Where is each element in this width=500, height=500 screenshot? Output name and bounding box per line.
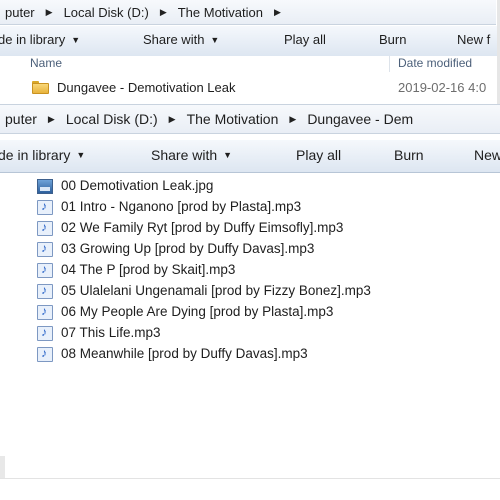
scrollbar-stub[interactable] (0, 456, 5, 478)
column-header-date-modified[interactable]: Date modified (398, 56, 472, 70)
list-item[interactable]: 00 Demotivation Leak.jpg (0, 176, 500, 197)
file-name: 03 Growing Up [prod by Duffy Davas].mp3 (61, 241, 315, 256)
breadcrumb-the-motivation[interactable]: The Motivation (182, 111, 284, 127)
audio-file-icon: ♪ (37, 283, 53, 299)
status-divider (0, 478, 500, 479)
explorer-window-album: puter ▶ Local Disk (D:) ▶ The Motivation… (0, 104, 500, 500)
file-name: 06 My People Are Dying [prod by Plasta].… (61, 304, 334, 319)
file-name: 02 We Family Ryt [prod by Duffy Eimsofly… (61, 220, 344, 235)
caret-down-icon: ▼ (76, 150, 86, 160)
list-item[interactable]: ♪ 01 Intro - Nganono [prod by Plasta].mp… (0, 197, 500, 218)
new-folder-button[interactable]: New (474, 147, 500, 163)
command-bar: de in library ▼ Share with ▼ Play all Bu… (0, 140, 500, 173)
share-with-label: Share with (151, 147, 218, 163)
list-item[interactable]: ♪ 08 Meanwhile [prod by Duffy Davas].mp3 (0, 344, 500, 365)
audio-file-icon: ♪ (37, 220, 53, 236)
audio-file-icon: ♪ (37, 325, 53, 341)
folder-row[interactable]: Dungavee - Demotivation Leak 2019-02-16 … (0, 78, 500, 98)
folder-date-modified: 2019-02-16 4:0 (398, 80, 487, 95)
audio-file-icon: ♪ (37, 346, 53, 362)
file-name: 04 The P [prod by Skait].mp3 (61, 262, 236, 277)
chevron-right-icon[interactable]: ▶ (154, 7, 173, 18)
caret-down-icon: ▼ (210, 34, 220, 45)
breadcrumb-album-folder[interactable]: Dungavee - Dem (302, 111, 418, 127)
audio-file-icon: ♪ (37, 304, 53, 320)
list-item[interactable]: ♪ 07 This Life.mp3 (0, 323, 500, 344)
image-file-icon (37, 179, 53, 194)
burn-button[interactable]: Burn (394, 147, 424, 163)
file-name: 05 Ulalelani Ungenamali [prod by Fizzy B… (61, 283, 371, 298)
caret-down-icon: ▼ (223, 150, 233, 160)
play-all-button[interactable]: Play all (284, 32, 326, 47)
play-all-button[interactable]: Play all (296, 147, 341, 163)
audio-file-icon: ♪ (37, 241, 53, 257)
include-in-library-label: de in library (0, 32, 66, 47)
share-with-button[interactable]: Share with ▼ (151, 147, 232, 163)
breadcrumb-computer[interactable]: puter (0, 5, 40, 20)
new-folder-button[interactable]: New f (457, 32, 490, 47)
share-with-button[interactable]: Share with ▼ (143, 32, 219, 47)
column-divider[interactable] (389, 56, 390, 72)
include-in-library-label: de in library (0, 147, 71, 163)
list-item[interactable]: ♪ 06 My People Are Dying [prod by Plasta… (0, 302, 500, 323)
chevron-right-icon[interactable]: ▶ (163, 114, 182, 125)
burn-button[interactable]: Burn (379, 32, 406, 47)
folder-icon (32, 81, 49, 94)
command-bar: de in library ▼ Share with ▼ Play all Bu… (0, 26, 500, 57)
list-item[interactable]: ♪ 04 The P [prod by Skait].mp3 (0, 260, 500, 281)
caret-down-icon: ▼ (71, 34, 81, 45)
breadcrumb-local-disk[interactable]: Local Disk (D:) (59, 5, 154, 20)
chevron-right-icon[interactable]: ▶ (283, 114, 302, 125)
breadcrumb-the-motivation[interactable]: The Motivation (173, 5, 268, 20)
include-in-library-button[interactable]: de in library ▼ (0, 147, 85, 163)
file-name: 07 This Life.mp3 (61, 325, 161, 340)
file-name: 08 Meanwhile [prod by Duffy Davas].mp3 (61, 346, 308, 361)
audio-file-icon: ♪ (37, 199, 53, 215)
breadcrumb-local-disk[interactable]: Local Disk (D:) (61, 111, 163, 127)
breadcrumb-computer[interactable]: puter (0, 111, 42, 127)
address-bar[interactable]: puter ▶ Local Disk (D:) ▶ The Motivation… (0, 0, 496, 25)
file-name: 01 Intro - Nganono [prod by Plasta].mp3 (61, 199, 302, 214)
chevron-right-icon[interactable]: ▶ (268, 7, 287, 18)
list-item[interactable]: ♪ 05 Ulalelani Ungenamali [prod by Fizzy… (0, 281, 500, 302)
address-bar[interactable]: puter ▶ Local Disk (D:) ▶ The Motivation… (0, 104, 500, 134)
audio-file-icon: ♪ (37, 262, 53, 278)
folder-name: Dungavee - Demotivation Leak (57, 80, 236, 95)
share-with-label: Share with (143, 32, 205, 47)
explorer-window-parent: puter ▶ Local Disk (D:) ▶ The Motivation… (0, 0, 500, 104)
include-in-library-button[interactable]: de in library ▼ (0, 32, 80, 47)
column-header-name[interactable]: Name (30, 56, 62, 70)
list-item[interactable]: ♪ 02 We Family Ryt [prod by Duffy Eimsof… (0, 218, 500, 239)
column-header-row: Name Date modified (0, 56, 500, 72)
chevron-right-icon[interactable]: ▶ (42, 114, 61, 125)
chevron-right-icon[interactable]: ▶ (40, 7, 59, 18)
list-item[interactable]: ♪ 03 Growing Up [prod by Duffy Davas].mp… (0, 239, 500, 260)
file-name: 00 Demotivation Leak.jpg (61, 178, 214, 193)
